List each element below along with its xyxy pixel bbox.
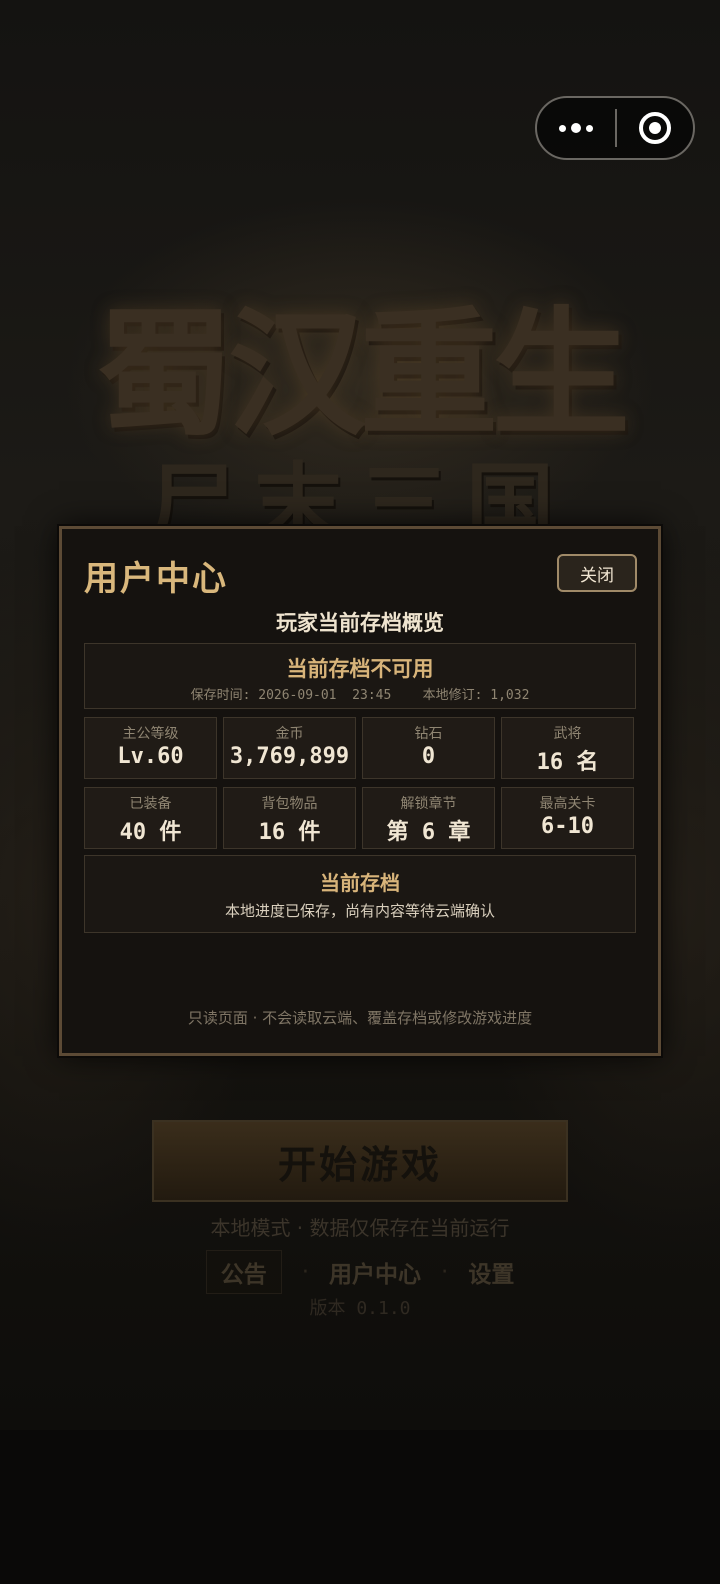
stat-label: 解锁章节 xyxy=(400,796,457,812)
stats-grid: 主公等级 Lv.60 金币 3,769,899 钻石 0 武将 16 名 已装备… xyxy=(84,717,636,849)
version-label: 版本 0.1.0 xyxy=(309,1298,411,1319)
settings-link: 设置 xyxy=(468,1262,515,1288)
read-only-note: 只读页面 · 不会读取云端、覆盖存档或修改游戏进度 xyxy=(187,1009,533,1027)
separator-dot: · xyxy=(301,1259,309,1285)
stat-label: 武将 xyxy=(553,726,582,742)
stat-label: 背包物品 xyxy=(261,796,318,812)
stat-label: 已装备 xyxy=(129,796,172,812)
miniprogram-capsule xyxy=(535,96,695,160)
announcement-link: 公告 xyxy=(205,1250,282,1294)
stat-value: 16 名 xyxy=(536,750,599,775)
stat-cell-level: 主公等级 Lv.60 xyxy=(84,717,217,779)
close-button[interactable]: 关闭 xyxy=(557,554,637,592)
current-save-title: 当前存档 xyxy=(320,871,400,895)
capsule-close-button[interactable] xyxy=(617,98,693,158)
stat-label: 金币 xyxy=(275,726,304,742)
game-logo-title: 蜀汉重生 xyxy=(95,292,630,455)
stat-value: 40 件 xyxy=(119,820,182,845)
stat-value: 3,769,899 xyxy=(229,744,350,769)
mode-note: 本地模式 · 数据仅保存在当前运行 xyxy=(210,1216,510,1240)
stat-value: Lv.60 xyxy=(117,744,184,769)
target-close-icon xyxy=(639,112,671,144)
modal-subtitle: 玩家当前存档概览 xyxy=(276,611,444,635)
stat-label: 钻石 xyxy=(414,726,443,742)
stat-cell-generals: 武将 16 名 xyxy=(501,717,634,779)
stat-cell-diamond: 钻石 0 xyxy=(362,717,495,779)
user-center-modal: 用户中心 关闭 玩家当前存档概览 当前存档不可用 保存时间: 2026-09-0… xyxy=(59,526,661,1056)
stat-cell-gold: 金币 3,769,899 xyxy=(223,717,356,779)
stat-value: 第 6 章 xyxy=(386,820,471,845)
stat-cell-stage: 最高关卡 6-10 xyxy=(501,787,634,849)
background-bottom xyxy=(0,1430,720,1584)
more-dots-icon[interactable] xyxy=(537,98,615,158)
stat-label: 最高关卡 xyxy=(539,796,596,812)
start-game-button: 开始游戏 xyxy=(152,1120,568,1202)
user-center-link: 用户中心 xyxy=(329,1262,421,1288)
stat-value: 16 件 xyxy=(258,820,321,845)
current-save-desc: 本地进度已保存，尚有内容等待云端确认 xyxy=(224,902,495,920)
home-links: 公告 · 用户中心 · 设置 xyxy=(0,1250,720,1294)
stat-cell-equipped: 已装备 40 件 xyxy=(84,787,217,849)
stat-cell-chapter: 解锁章节 第 6 章 xyxy=(362,787,495,849)
save-status-box: 当前存档不可用 保存时间: 2026-09-01 23:45 本地修订: 1,0… xyxy=(84,643,636,709)
stat-value: 6-10 xyxy=(541,814,594,839)
current-save-box: 当前存档 本地进度已保存，尚有内容等待云端确认 xyxy=(84,855,636,933)
separator-dot: · xyxy=(441,1259,449,1285)
stat-label: 主公等级 xyxy=(122,726,179,742)
stat-value: 0 xyxy=(421,744,436,769)
stat-cell-bag-items: 背包物品 16 件 xyxy=(223,787,356,849)
save-status-meta: 保存时间: 2026-09-01 23:45 本地修订: 1,032 xyxy=(190,688,530,703)
modal-title: 用户中心 xyxy=(84,559,228,599)
save-status-title: 当前存档不可用 xyxy=(286,657,434,681)
